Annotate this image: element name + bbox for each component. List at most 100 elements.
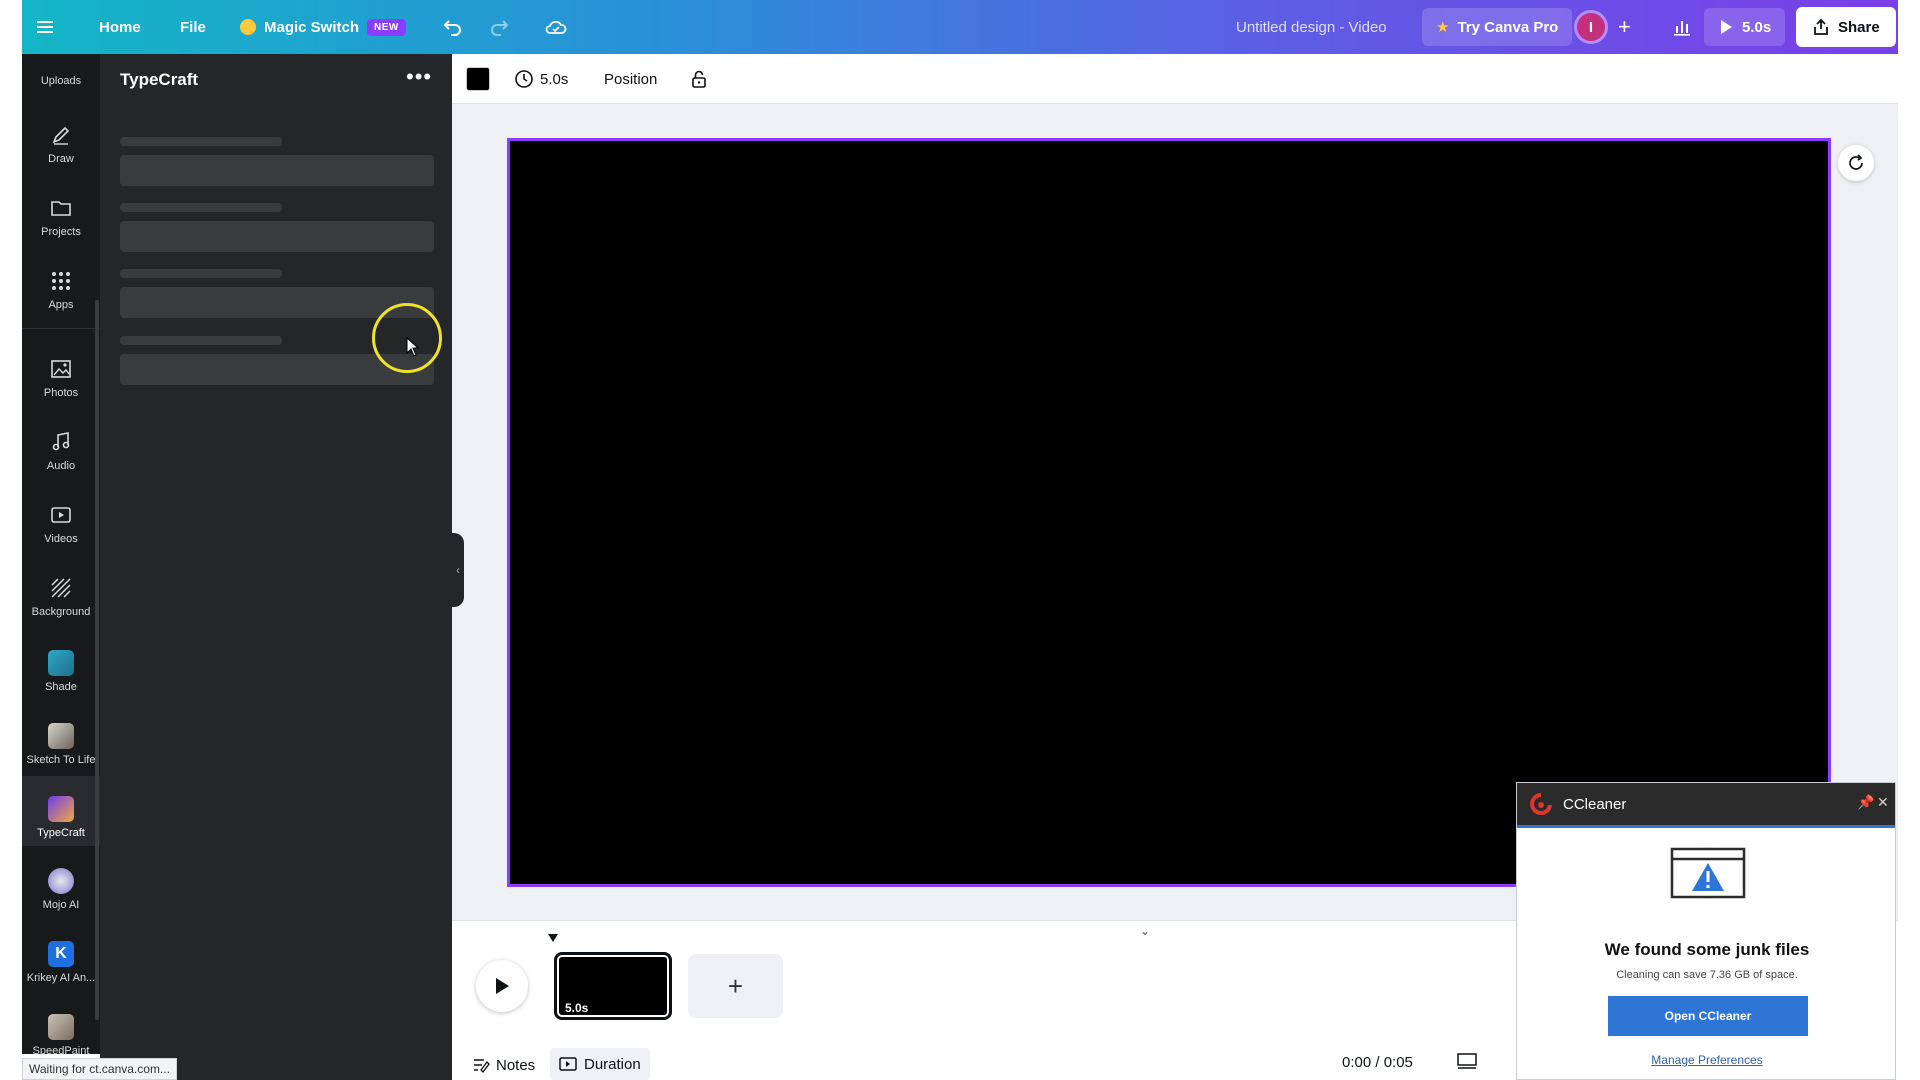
loading-skeleton bbox=[120, 336, 282, 345]
loading-skeleton bbox=[120, 137, 282, 146]
folder-icon bbox=[48, 195, 74, 221]
position-button[interactable]: Position bbox=[604, 54, 657, 104]
menu-button[interactable] bbox=[36, 0, 54, 54]
upload-icon bbox=[48, 58, 74, 70]
rail-item-photos[interactable]: Photos bbox=[22, 356, 100, 399]
magic-switch-button[interactable]: Magic Switch NEW bbox=[240, 0, 406, 54]
rail-item-background[interactable]: Background bbox=[22, 575, 100, 618]
avatar-button[interactable]: I bbox=[1574, 0, 1608, 54]
share-label: Share bbox=[1838, 18, 1880, 36]
ccleaner-subtext: Cleaning can save 7.36 GB of space. bbox=[1616, 969, 1798, 981]
music-note-icon bbox=[48, 429, 74, 455]
rail-divider bbox=[22, 328, 100, 329]
left-rail: Uploads Draw Projects Apps Photos Audio … bbox=[22, 54, 100, 1057]
collapse-panel-handle[interactable]: ‹ bbox=[452, 533, 464, 607]
time-readout: 0:00 / 0:05 bbox=[1342, 1054, 1413, 1071]
refresh-button[interactable] bbox=[1838, 145, 1874, 181]
context-toolbar: 5.0s Position bbox=[452, 54, 1898, 104]
video-canvas[interactable] bbox=[507, 138, 1831, 887]
duration-toolbar-button[interactable]: 5.0s bbox=[514, 54, 568, 104]
rail-item-speedpaint[interactable]: SpeedPaint bbox=[22, 1014, 100, 1057]
clip-duration: 5.0s bbox=[565, 1001, 589, 1015]
timeline-collapse-button[interactable]: ⌄ bbox=[1140, 924, 1150, 938]
hamburger-icon bbox=[37, 21, 53, 33]
cloud-save-button[interactable] bbox=[544, 0, 568, 54]
rail-item-uploads[interactable]: Uploads bbox=[22, 58, 100, 87]
timeline-play-button[interactable] bbox=[476, 960, 528, 1012]
rail-item-typecraft[interactable]: TypeCraft bbox=[22, 776, 100, 846]
rail-item-label: Krikey AI An... bbox=[26, 972, 96, 984]
share-button[interactable]: Share bbox=[1796, 7, 1896, 47]
play-preview-button[interactable]: 5.0s bbox=[1704, 8, 1786, 46]
close-button[interactable]: ✕ bbox=[1877, 794, 1889, 811]
rail-item-label: TypeCraft bbox=[37, 827, 85, 839]
pin-button[interactable]: 📌 bbox=[1857, 794, 1874, 811]
duration-value: 5.0s bbox=[540, 70, 569, 88]
loading-skeleton bbox=[120, 269, 282, 278]
crown-icon bbox=[240, 19, 256, 35]
refresh-icon bbox=[1849, 154, 1863, 170]
rail-item-draw[interactable]: Draw bbox=[22, 122, 100, 165]
color-swatch bbox=[466, 67, 490, 91]
apps-grid-icon bbox=[48, 268, 74, 294]
add-collaborator-button[interactable]: + bbox=[1618, 0, 1631, 54]
try-canva-pro-button[interactable]: ★ Try Canva Pro bbox=[1422, 8, 1573, 46]
cloud-icon bbox=[545, 20, 567, 34]
rail-item-label: Uploads bbox=[40, 75, 82, 87]
video-icon bbox=[48, 502, 74, 528]
rail-item-projects[interactable]: Projects bbox=[22, 195, 100, 238]
ccleaner-title: CCleaner bbox=[1563, 795, 1627, 813]
open-ccleaner-button[interactable]: Open CCleaner bbox=[1608, 996, 1808, 1036]
playhead-marker[interactable] bbox=[547, 933, 559, 945]
rail-scrollbar[interactable] bbox=[95, 300, 99, 1020]
rail-item-krikey[interactable]: K Krikey AI An... bbox=[22, 941, 100, 984]
image-icon bbox=[48, 356, 74, 382]
warning-illustration-icon bbox=[1670, 847, 1746, 899]
play-icon bbox=[496, 978, 509, 994]
rail-item-shade[interactable]: Shade bbox=[22, 650, 100, 693]
redo-button[interactable] bbox=[488, 0, 510, 54]
more-options-button[interactable]: ••• bbox=[406, 64, 432, 90]
rail-item-label: Mojo AI bbox=[42, 899, 80, 911]
rail-item-apps[interactable]: Apps bbox=[22, 268, 100, 311]
rail-item-videos[interactable]: Videos bbox=[22, 502, 100, 545]
plus-icon: + bbox=[727, 970, 744, 1001]
typecraft-app-icon bbox=[48, 796, 74, 822]
ccleaner-header: CCleaner 📌 ✕ bbox=[1517, 783, 1895, 825]
loading-skeleton bbox=[120, 155, 434, 186]
shade-app-icon bbox=[48, 650, 74, 676]
add-page-button[interactable]: + bbox=[688, 954, 783, 1018]
rail-item-label: Shade bbox=[45, 681, 77, 693]
star-icon: ★ bbox=[1436, 19, 1450, 36]
notes-button[interactable]: Notes bbox=[466, 1050, 541, 1080]
redo-icon bbox=[491, 20, 509, 36]
insights-button[interactable] bbox=[1672, 0, 1692, 54]
rail-item-label: Sketch To Life bbox=[26, 754, 96, 766]
video-duration-icon bbox=[559, 1057, 577, 1071]
file-button[interactable]: File bbox=[180, 0, 206, 54]
design-title[interactable]: Untitled design - Video bbox=[1236, 0, 1387, 54]
home-button[interactable]: Home bbox=[99, 0, 141, 54]
speedpaint-app-icon bbox=[48, 1014, 74, 1040]
lock-button[interactable] bbox=[690, 54, 708, 104]
rail-item-mojo-ai[interactable]: Mojo AI bbox=[22, 868, 100, 911]
ccleaner-logo-icon bbox=[1530, 793, 1552, 815]
rail-item-audio[interactable]: Audio bbox=[22, 429, 100, 472]
rail-item-label: Draw bbox=[48, 153, 74, 165]
pen-icon bbox=[48, 122, 74, 148]
timeline-clip[interactable]: 5.0s bbox=[554, 952, 672, 1020]
background-pattern-icon bbox=[48, 575, 74, 601]
grid-view-button[interactable] bbox=[1456, 1052, 1478, 1075]
sketch-app-icon bbox=[48, 723, 74, 749]
rail-item-label: Apps bbox=[48, 299, 74, 311]
color-picker-button[interactable] bbox=[466, 54, 490, 104]
rail-item-sketch-to-life[interactable]: Sketch To Life bbox=[22, 723, 100, 766]
manage-preferences-link[interactable]: Manage Preferences bbox=[1517, 1053, 1897, 1067]
left-edge bbox=[0, 0, 22, 1080]
undo-icon bbox=[443, 20, 461, 36]
undo-button[interactable] bbox=[442, 0, 464, 54]
duration-button[interactable]: Duration bbox=[550, 1048, 650, 1080]
rail-item-label: Photos bbox=[43, 387, 79, 399]
close-icon: ✕ bbox=[1877, 794, 1889, 810]
loading-skeleton bbox=[120, 221, 434, 252]
